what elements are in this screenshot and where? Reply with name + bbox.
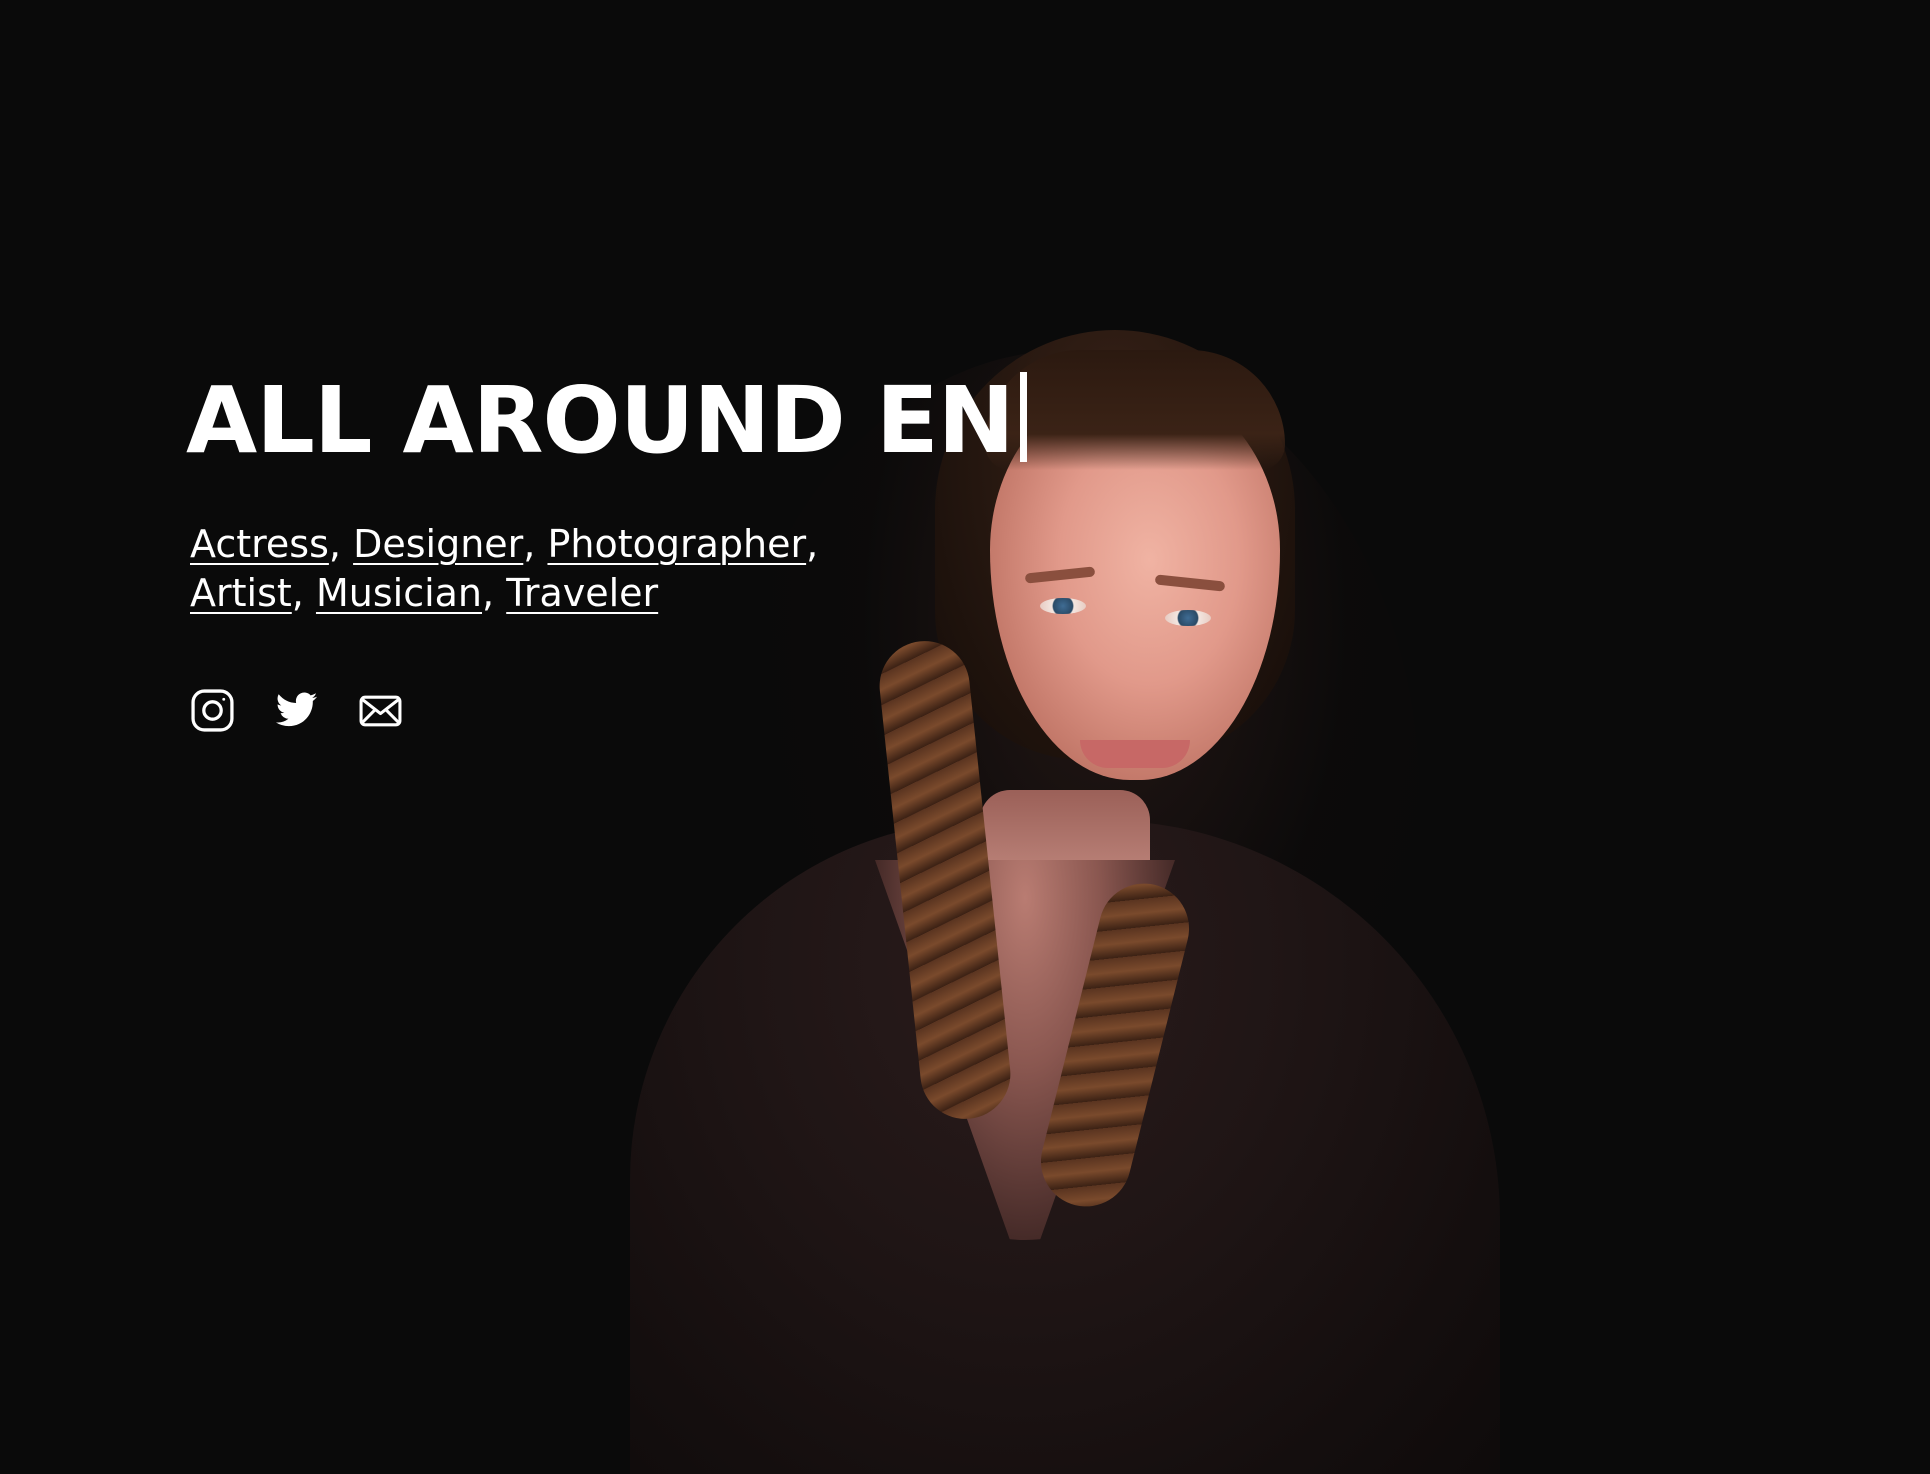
- role-separator: ,: [328, 522, 341, 566]
- mail-icon: [359, 695, 402, 727]
- role-link-designer[interactable]: Designer: [353, 522, 523, 566]
- role-link-traveler[interactable]: Traveler: [506, 571, 658, 615]
- role-separator: ,: [291, 571, 304, 615]
- roles-list: Actress, Designer, Photographer, Artist,…: [190, 520, 850, 618]
- typing-cursor: [1019, 372, 1027, 462]
- portrait-photo: [600, 320, 1500, 1474]
- role-link-photographer[interactable]: Photographer: [547, 522, 806, 566]
- hero-title: ALL AROUND EN: [186, 372, 1027, 467]
- role-separator: ,: [523, 522, 536, 566]
- role-link-artist[interactable]: Artist: [190, 571, 292, 615]
- instagram-link[interactable]: [190, 688, 235, 733]
- role-link-actress[interactable]: Actress: [190, 522, 329, 566]
- page: ALL AROUND EN Actress, Designer, Photogr…: [0, 0, 1930, 1474]
- mail-link[interactable]: [358, 688, 403, 733]
- hero-title-text: ALL AROUND EN: [186, 367, 1015, 474]
- role-separator: ,: [806, 522, 819, 566]
- twitter-link[interactable]: [274, 688, 319, 733]
- instagram-icon: [191, 689, 234, 732]
- role-separator: ,: [482, 571, 495, 615]
- social-links: [190, 688, 403, 733]
- twitter-icon: [275, 692, 318, 727]
- role-link-musician[interactable]: Musician: [316, 571, 482, 615]
